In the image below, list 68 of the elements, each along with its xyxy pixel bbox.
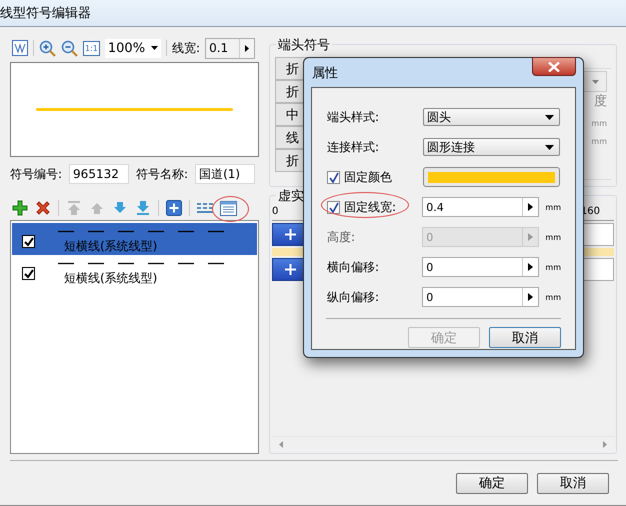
setting-label: mm	[591, 119, 607, 128]
zoom-dropdown[interactable]: 100%	[104, 38, 162, 58]
cancel-button[interactable]: 取消	[489, 327, 561, 348]
field-label: 连接样式:	[327, 138, 380, 156]
dropdown[interactable]	[583, 71, 607, 92]
layer-name: 短横线(系统线型)	[64, 238, 158, 255]
dialog-title: 属性	[312, 64, 338, 82]
field-label: 高度:	[327, 228, 356, 246]
color-picker-button[interactable]	[423, 167, 560, 187]
unit-label: mm	[545, 262, 561, 272]
zoom-in-icon[interactable]	[39, 40, 56, 56]
unit-label: mm	[545, 292, 561, 302]
zoom-out-icon[interactable]	[61, 40, 78, 56]
line-width-field[interactable]: 0.1	[205, 38, 256, 58]
ok-button[interactable]: 确定	[456, 472, 528, 494]
dashed-lines-icon[interactable]	[197, 202, 213, 214]
move-down-icon[interactable]	[112, 200, 128, 216]
unit-label: mm	[545, 202, 561, 212]
group-title: 虚实	[276, 187, 306, 205]
layer-checkbox[interactable]	[22, 267, 35, 280]
number-field[interactable]: 0	[422, 287, 540, 307]
waveform-icon[interactable]	[12, 40, 28, 56]
number-field[interactable]: 0.4	[422, 197, 540, 217]
number-field[interactable]: 0	[422, 257, 540, 277]
layer-name: 短横线(系统线型)	[64, 270, 158, 287]
close-icon	[548, 62, 560, 72]
caret-icon	[545, 144, 554, 150]
caret-icon[interactable]	[151, 46, 158, 50]
plus-icon	[284, 229, 296, 240]
field-label: 横向偏移:	[327, 258, 380, 276]
unit-label: mm	[545, 232, 561, 242]
arrow-right-icon	[528, 203, 534, 211]
dropdown[interactable]: 圆形连接	[423, 138, 560, 156]
cancel-button[interactable]: 取消	[537, 472, 609, 494]
line-width-label: 线宽:	[172, 40, 200, 56]
symbol-name-field[interactable]: 国道(1)	[195, 164, 256, 184]
arrow-right-icon	[528, 293, 534, 301]
layer-checkbox[interactable]	[22, 235, 35, 248]
checkbox[interactable]	[327, 170, 340, 184]
field-label: 端头样式:	[327, 108, 380, 126]
add-icon[interactable]	[12, 200, 28, 216]
field-label: 固定颜色	[344, 168, 392, 186]
field-label: 固定线宽:	[344, 198, 396, 216]
layer-item[interactable]: 短横线(系统线型)	[12, 223, 257, 255]
dropdown[interactable]: 圆头	[423, 108, 560, 126]
symbol-number-label: 符号编号:	[10, 166, 62, 182]
checkbox[interactable]	[327, 200, 340, 214]
ruler-label: 0	[272, 206, 278, 219]
setting-label: 度	[594, 93, 607, 110]
close-button[interactable]	[532, 57, 576, 76]
symbol-name-label: 符号名称:	[136, 166, 188, 182]
actual-size-button[interactable]: 1:1	[83, 40, 100, 56]
group-title: 端头符号	[276, 36, 332, 54]
delete-icon[interactable]	[35, 200, 51, 216]
list-window-icon[interactable]	[220, 200, 237, 216]
layer-item[interactable]: 短横线(系统线型)	[12, 255, 257, 287]
move-to-bottom-icon[interactable]	[135, 200, 151, 216]
setting-label: mm	[591, 137, 607, 146]
arrow-right-icon	[528, 263, 534, 271]
caret-icon	[545, 114, 554, 120]
arrow-right-icon[interactable]	[245, 44, 250, 52]
plus-square-icon[interactable]	[166, 200, 182, 216]
arrow-right-icon	[528, 233, 534, 241]
number-field: 0	[422, 227, 540, 247]
field-label: 纵向偏移:	[327, 288, 380, 306]
plus-icon	[284, 264, 296, 275]
symbol-number-field[interactable]: 965132	[69, 164, 130, 184]
window-title: 线型符号编辑器	[0, 5, 91, 22]
